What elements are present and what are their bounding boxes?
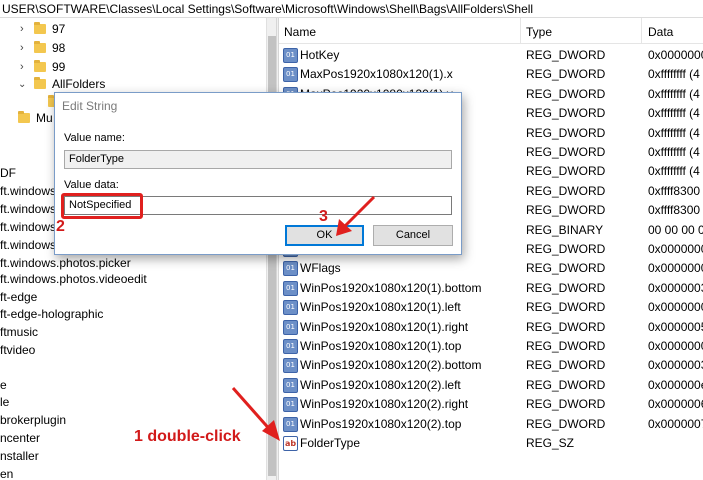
annotation-arrows [231, 195, 376, 441]
arrow-to-ok-icon [336, 195, 376, 236]
arrow-to-foldertype-icon [231, 387, 280, 441]
